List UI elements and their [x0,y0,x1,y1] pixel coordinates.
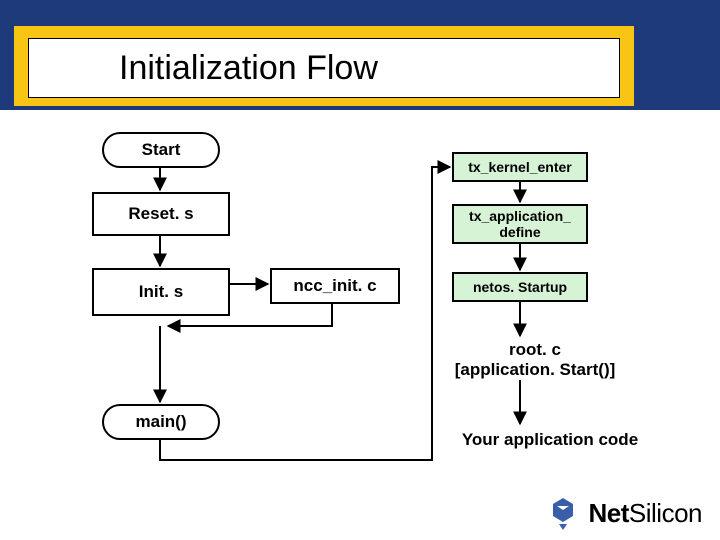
logo-net: Net [589,498,629,528]
node-reset: Reset. s [92,192,230,236]
logo-silicon: Silicon [629,498,702,528]
node-ncc-init-label: ncc_init. c [293,276,376,296]
node-tx-kernel-enter-label: tx_kernel_enter [468,159,572,175]
node-init: Init. s [92,268,230,316]
caption-root: root. c [application. Start()] [440,340,630,380]
node-netos-startup: netos. Startup [452,272,588,302]
node-tx-app-define-label: tx_application_ define [469,208,571,240]
node-start: Start [102,132,220,168]
node-tx-kernel-enter: tx_kernel_enter [452,152,588,182]
node-init-label: Init. s [139,282,183,302]
title-box: Initialization Flow [28,38,620,98]
node-main-label: main() [136,412,187,432]
logo-text: NetSilicon [589,498,703,529]
node-ncc-init: ncc_init. c [270,268,400,304]
logo: NetSilicon [543,496,703,530]
node-reset-label: Reset. s [128,204,193,224]
slide: Initialization Flow Start Reset. s Init.… [0,0,720,540]
logo-mark-icon [543,496,583,530]
node-start-label: Start [142,140,181,160]
slide-title: Initialization Flow [29,49,378,88]
node-tx-app-define: tx_application_ define [452,204,588,244]
caption-app-code: Your application code [440,430,660,450]
node-netos-startup-label: netos. Startup [473,279,567,295]
node-main: main() [102,404,220,440]
